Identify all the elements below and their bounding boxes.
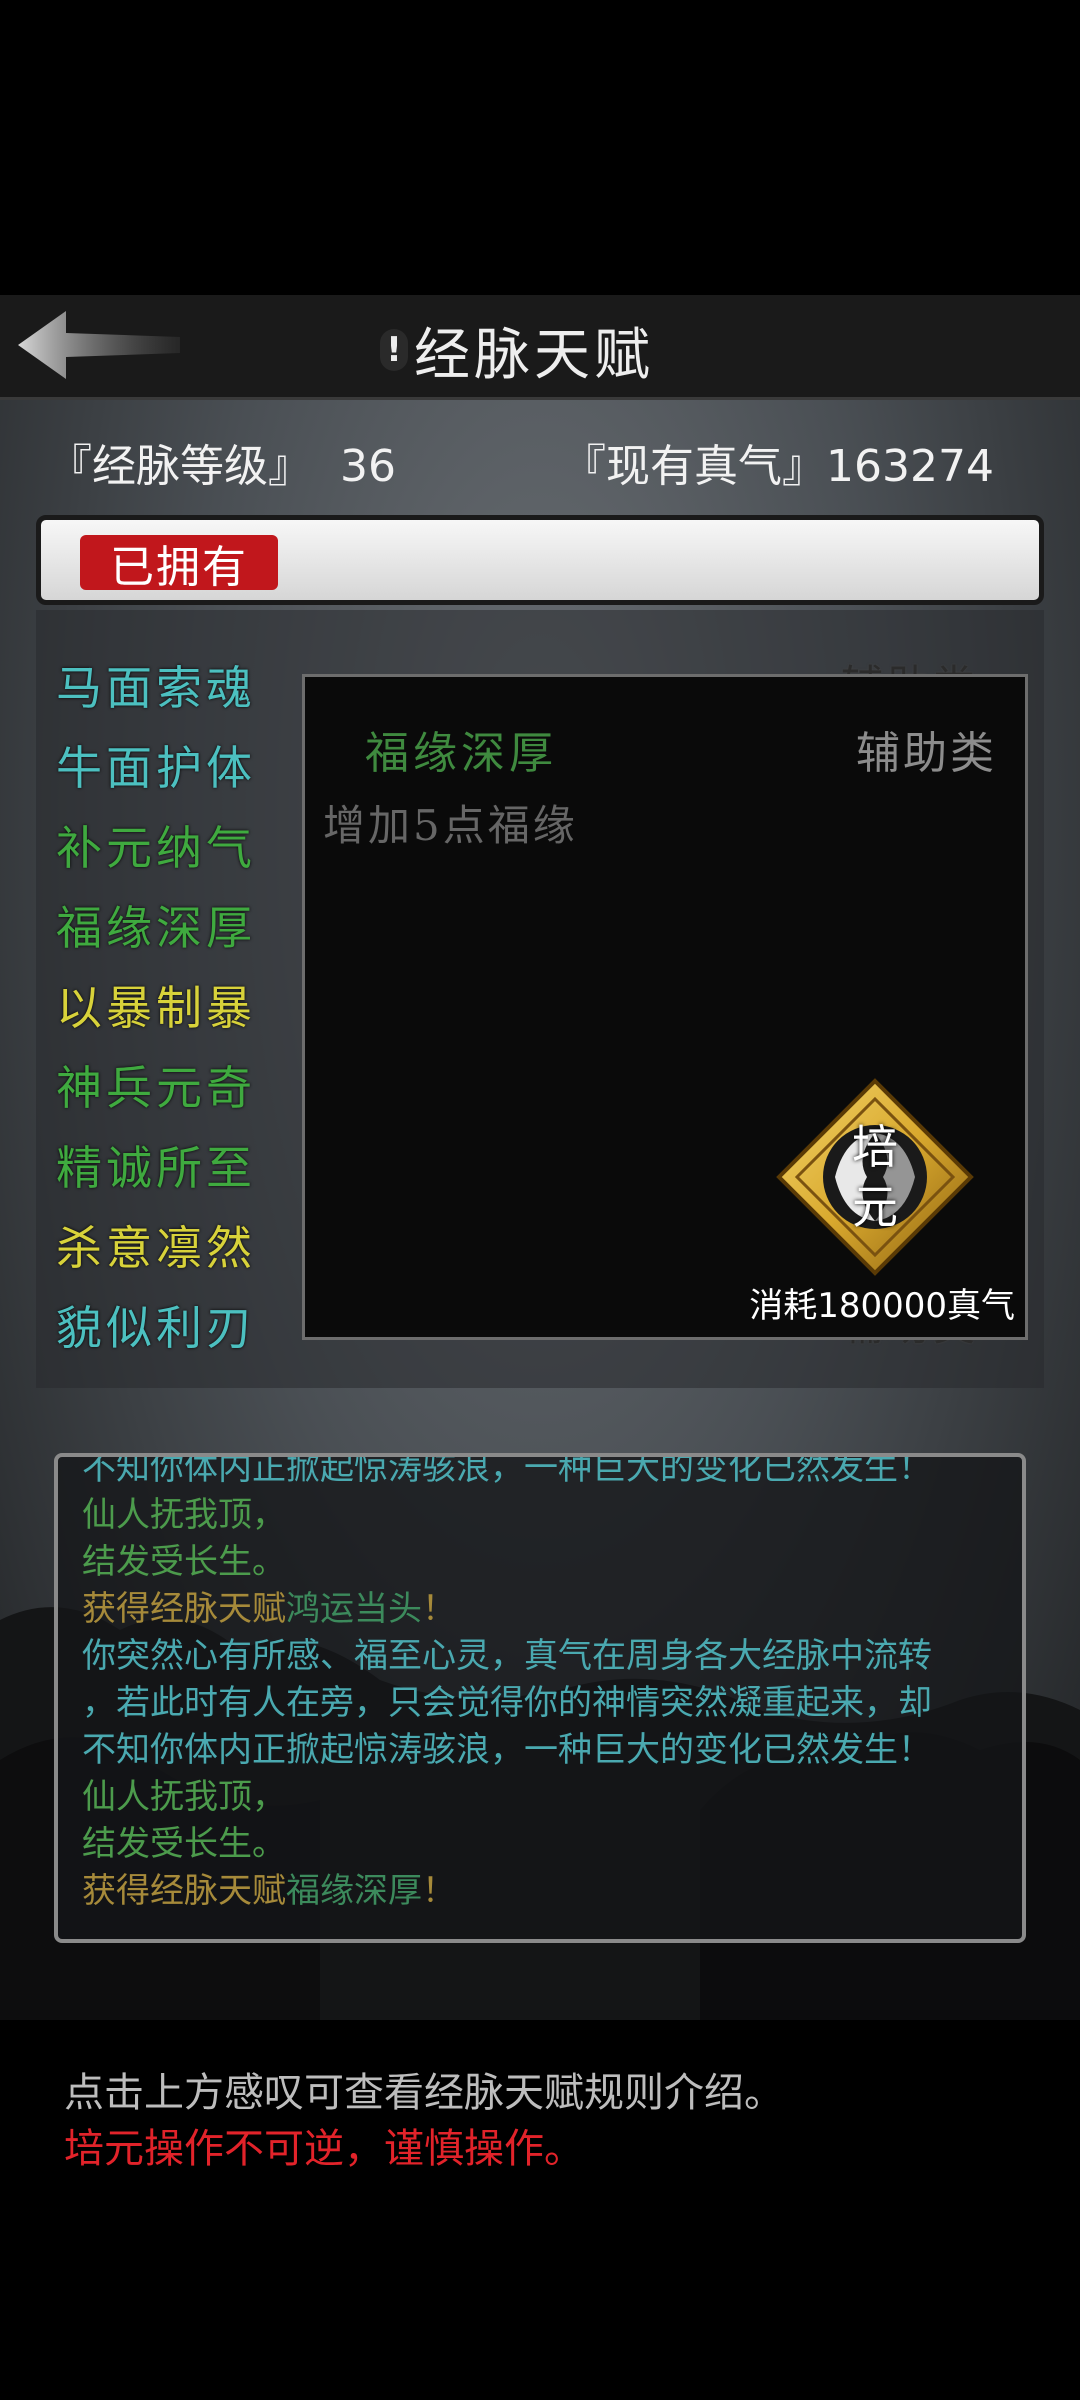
warning-tip: 培元操作不可逆，谨慎操作。 xyxy=(64,2126,584,2172)
log-acquired-prefix: 获得经脉天赋 xyxy=(82,1589,286,1629)
talent-item[interactable]: 马面索魂 xyxy=(56,652,256,718)
log-line: 结发受长生。 xyxy=(82,1542,286,1582)
log-line: 仙人抚我顶， xyxy=(82,1777,286,1817)
detail-talent-category: 辅助类 xyxy=(856,728,997,779)
owned-tab[interactable]: 已拥有 xyxy=(80,535,278,593)
talent-item[interactable]: 杀意凛然 xyxy=(56,1212,256,1278)
detail-talent-description: 增加5点福缘 xyxy=(323,801,578,850)
event-log-lines: 不知你体内正掀起惊涛骇浪，一种巨大的变化已然发生！ 仙人抚我顶， 结发受长生。 获得经… xyxy=(82,1453,1012,1915)
log-talent-name: 福缘深厚 xyxy=(286,1871,422,1911)
current-qi-value: 163274 xyxy=(826,441,994,492)
back-button[interactable] xyxy=(14,305,184,385)
event-log[interactable]: 不知你体内正掀起惊涛骇浪，一种巨大的变化已然发生！ 仙人抚我顶， 结发受长生。 获得经… xyxy=(54,1453,1026,1943)
log-acquired-suffix: ！ xyxy=(422,1589,456,1629)
log-line: 获得经脉天赋鸿运当头！ xyxy=(82,1586,1012,1633)
talent-item[interactable]: 福缘深厚 xyxy=(56,892,256,958)
log-line: 结发受长生。 xyxy=(82,1824,286,1864)
log-talent-name: 鸿运当头 xyxy=(286,1589,422,1629)
cultivate-cost: 消耗180000真气 xyxy=(749,1286,1015,1326)
cultivate-label-top: 培 xyxy=(852,1120,898,1174)
talent-item[interactable]: 貌似利刃 xyxy=(56,1292,256,1358)
talent-item[interactable]: 以暴制暴 xyxy=(56,972,256,1038)
page-title: 经脉天赋 xyxy=(414,322,654,388)
log-line: 获得经脉天赋福缘深厚！ xyxy=(82,1868,1012,1915)
talent-item[interactable]: 牛面护体 xyxy=(56,732,256,798)
current-qi-label: 『现有真气』 xyxy=(562,441,826,492)
log-line: 你突然心有所感、福至心灵，真气在周身各大经脉中流转 xyxy=(82,1636,932,1676)
meridian-level-label: 『经脉等级』 xyxy=(48,441,312,492)
talent-item[interactable]: 补元纳气 xyxy=(56,812,256,878)
talent-detail-panel: 福缘深厚 辅助类 增加5点福缘 培 元 消耗180000真气 xyxy=(302,674,1028,1340)
log-line: 不知你体内正掀起惊涛骇浪，一种巨大的变化已然发生！ xyxy=(82,1453,932,1488)
meridian-level-value: 36 xyxy=(339,441,396,492)
title-area: ! 经脉天赋 xyxy=(380,310,654,390)
log-acquired-suffix: ！ xyxy=(422,1871,456,1911)
log-acquired-prefix: 获得经脉天赋 xyxy=(82,1871,286,1911)
rules-tip: 点击上方感叹可查看经脉天赋规则介绍。 xyxy=(64,2070,784,2116)
cultivate-label: 培 元 xyxy=(775,1077,975,1277)
detail-talent-name: 福缘深厚 xyxy=(365,728,557,779)
log-line: 仙人抚我顶， xyxy=(82,1495,286,1535)
log-line: ，若此时有人在旁，只会觉得你的神情突然凝重起来，却 xyxy=(82,1683,932,1723)
talent-item[interactable]: 精诚所至 xyxy=(56,1132,256,1198)
cultivate-label-bottom: 元 xyxy=(852,1180,898,1234)
meridian-level: 『经脉等级』 36 xyxy=(48,430,396,494)
rules-info-button[interactable]: ! xyxy=(380,329,408,371)
status-area xyxy=(0,0,1080,295)
current-qi: 『现有真气』163274 xyxy=(562,430,994,494)
talent-item[interactable]: 神兵元奇 xyxy=(56,1052,256,1118)
cultivate-button[interactable]: 培 元 xyxy=(775,1077,975,1277)
log-line: 不知你体内正掀起惊涛骇浪，一种巨大的变化已然发生！ xyxy=(82,1730,932,1770)
back-arrow-icon xyxy=(18,311,180,379)
